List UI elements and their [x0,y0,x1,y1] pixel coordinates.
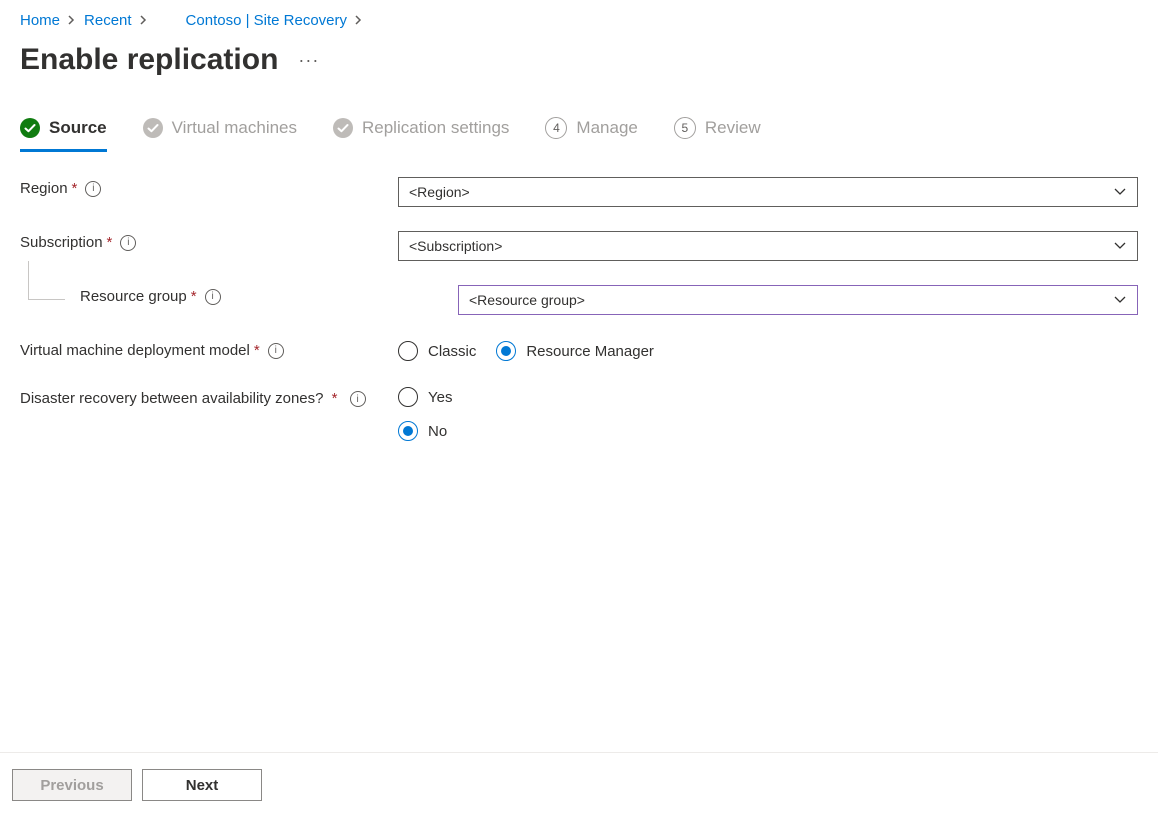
page-header: Enable replication ··· [20,43,1138,77]
tab-source[interactable]: Source [20,118,107,150]
check-circle-icon [333,118,353,138]
label-deployment-model: Virtual machine deployment model * i [20,339,398,359]
select-value: <Subscription> [409,238,502,254]
chevron-right-icon [347,14,371,28]
tab-label: Virtual machines [172,118,297,138]
row-subscription: Subscription * i <Subscription> [20,231,1138,261]
row-dr-between-zones: Disaster recovery between availability z… [20,385,1138,441]
tab-virtual-machines[interactable]: Virtual machines [143,118,297,150]
label-region: Region * i [20,177,398,197]
wizard-footer: Previous Next [0,752,1158,817]
required-asterisk: * [107,234,113,251]
info-icon[interactable]: i [268,343,284,359]
tab-manage[interactable]: 4 Manage [545,117,637,151]
label-text: Virtual machine deployment model [20,342,250,359]
radio-checked-icon [496,341,516,361]
label-text: Region [20,180,68,197]
subscription-select[interactable]: <Subscription> [398,231,1138,261]
label-text: Subscription [20,234,103,251]
tab-label: Manage [576,118,637,138]
required-asterisk: * [332,390,338,407]
info-icon[interactable]: i [120,235,136,251]
radio-label: Yes [428,389,452,406]
form: Region * i <Region> Subscription * i <Su… [20,177,1138,752]
next-button[interactable]: Next [142,769,262,801]
label-text: Resource group [80,288,187,305]
chevron-down-icon [1113,295,1127,305]
previous-button[interactable]: Previous [12,769,132,801]
row-deployment-model: Virtual machine deployment model * i Cla… [20,339,1138,361]
more-actions-button[interactable]: ··· [298,50,319,71]
step-number-icon: 4 [545,117,567,139]
breadcrumb-recent[interactable]: Recent [84,12,132,29]
radio-unchecked-icon [398,387,418,407]
info-icon[interactable]: i [205,289,221,305]
chevron-down-icon [1113,187,1127,197]
step-number-icon: 5 [674,117,696,139]
tab-label: Review [705,118,761,138]
breadcrumb-home[interactable]: Home [20,12,60,29]
radio-unchecked-icon [398,341,418,361]
breadcrumb-contoso-site-recovery[interactable]: Contoso | Site Recovery [186,12,347,29]
region-select[interactable]: <Region> [398,177,1138,207]
deployment-model-radio-group: Classic Resource Manager [398,339,654,361]
radio-checked-icon [398,421,418,441]
radio-label: No [428,423,447,440]
label-dr-between-zones: Disaster recovery between availability z… [20,385,398,411]
row-region: Region * i <Region> [20,177,1138,207]
label-subscription: Subscription * i [20,231,398,251]
resource-group-select[interactable]: <Resource group> [458,285,1138,315]
label-resource-group: Resource group * i [20,285,458,305]
info-icon[interactable]: i [85,181,101,197]
check-circle-icon [20,118,40,138]
tab-label: Replication settings [362,118,509,138]
radio-resource-manager[interactable]: Resource Manager [496,341,654,361]
breadcrumb: Home Recent Contoso | Site Recovery [20,12,1138,29]
tab-review[interactable]: 5 Review [674,117,761,151]
tree-connector-line [28,261,65,300]
label-text: Disaster recovery between availability z… [20,390,323,407]
chevron-right-icon [132,14,156,28]
wizard-tabs: Source Virtual machines Replication sett… [20,117,1138,151]
radio-classic[interactable]: Classic [398,341,476,361]
page-title: Enable replication [20,43,278,77]
info-icon[interactable]: i [350,391,366,407]
check-circle-icon [143,118,163,138]
radio-dr-no[interactable]: No [398,421,447,441]
row-resource-group: Resource group * i <Resource group> [20,285,1138,315]
radio-dr-yes[interactable]: Yes [398,387,452,407]
required-asterisk: * [72,180,78,197]
chevron-right-icon [60,14,84,28]
chevron-down-icon [1113,241,1127,251]
required-asterisk: * [254,342,260,359]
select-value: <Region> [409,184,470,200]
radio-label: Classic [428,343,476,360]
tab-replication-settings[interactable]: Replication settings [333,118,509,150]
radio-label: Resource Manager [526,343,654,360]
required-asterisk: * [191,288,197,305]
dr-between-zones-radio-group: Yes No [398,385,452,441]
tab-label: Source [49,118,107,138]
select-value: <Resource group> [469,292,585,308]
